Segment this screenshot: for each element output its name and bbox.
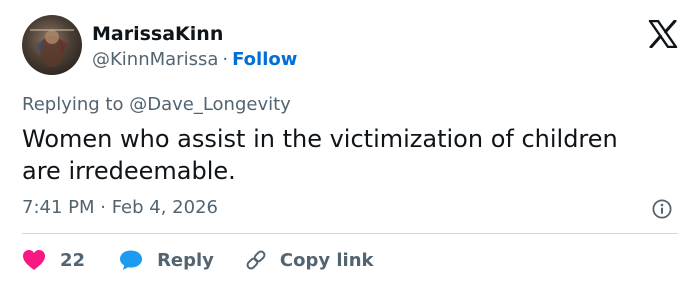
x-logo-icon[interactable]	[648, 19, 678, 49]
heart-icon	[23, 250, 45, 270]
divider	[22, 233, 678, 234]
reply-label: Reply	[157, 249, 214, 271]
copy-link-label: Copy link	[279, 249, 374, 271]
display-name[interactable]: MarissaKinn	[92, 22, 223, 46]
link-icon	[246, 250, 266, 270]
replied-user-handle[interactable]: @Dave_Longevity	[129, 94, 291, 115]
handle-row: @KinnMarissa · Follow	[92, 48, 297, 72]
tweet-text-line: are irredeemable.	[22, 157, 236, 185]
info-icon[interactable]	[652, 199, 672, 219]
tweet-text-line: Women who assist in the victimization of…	[22, 125, 618, 153]
speech-bubble-icon	[120, 250, 143, 270]
timestamp[interactable]: 7:41 PM · Feb 4, 2026	[22, 196, 218, 220]
tweet-text: Women who assist in the victimization of…	[22, 123, 682, 187]
like-count: 22	[60, 249, 86, 271]
like-button[interactable]: 22	[22, 249, 85, 271]
follow-button[interactable]: Follow	[232, 49, 297, 70]
avatar[interactable]	[22, 15, 82, 75]
replying-to: Replying to @Dave_Longevity	[22, 93, 291, 117]
reply-button[interactable]: Reply	[119, 249, 214, 271]
replying-prefix: Replying to	[22, 94, 130, 115]
action-bar: 22 Reply Copy link	[22, 247, 374, 273]
user-handle[interactable]: @KinnMarissa	[92, 49, 218, 70]
separator-dot: ·	[222, 49, 229, 70]
copy-link-button[interactable]: Copy link	[244, 248, 374, 272]
avatar-image	[30, 29, 74, 67]
